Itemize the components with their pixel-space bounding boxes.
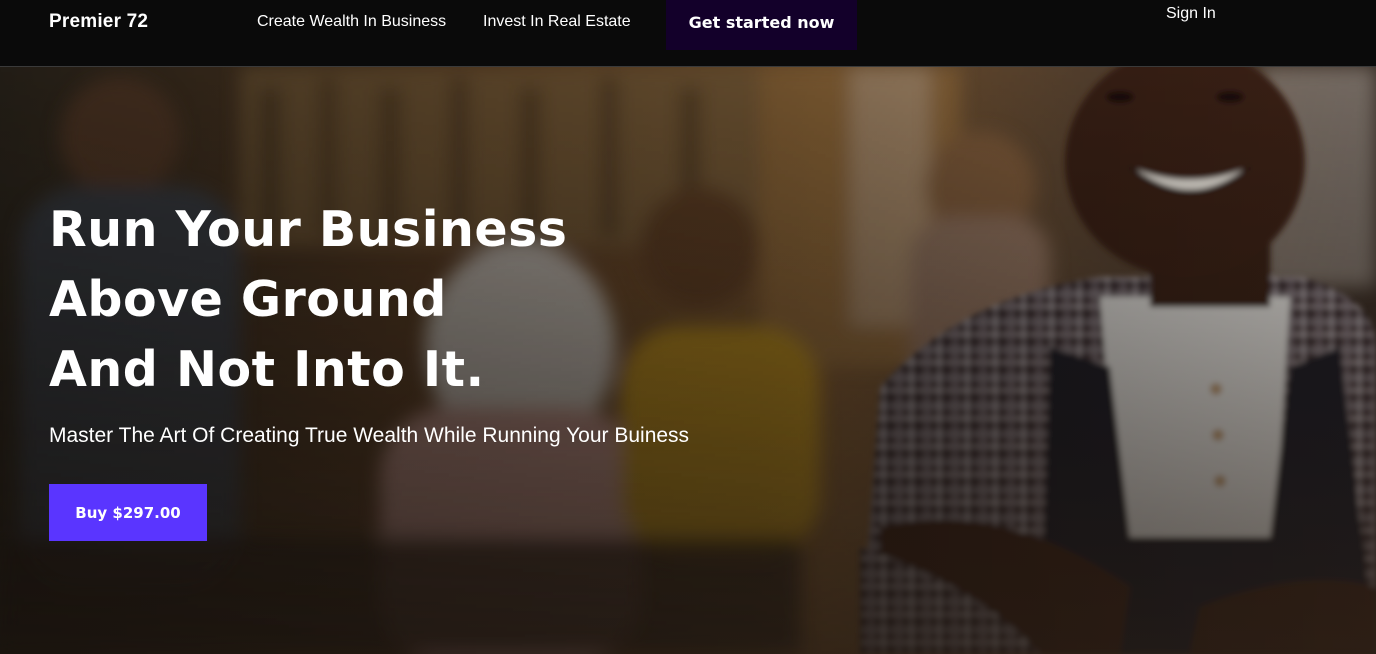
hero-subtitle: Master The Art Of Creating True Wealth W… [49, 424, 690, 447]
sign-in-link[interactable]: Sign In [1166, 5, 1216, 23]
brand-logo[interactable]: Premier 72 [49, 11, 148, 33]
hero-headline-line-1: Run Your Business [49, 201, 568, 258]
nav-link-invest-real-estate[interactable]: Invest In Real Estate [483, 13, 631, 31]
hero-headline-line-3: And Not Into It. [49, 341, 485, 398]
buy-button[interactable]: Buy $297.00 [49, 484, 207, 541]
landing-page: Premier 72 Create Wealth In Business Inv… [0, 0, 1376, 654]
get-started-button[interactable]: Get started now [666, 0, 857, 50]
top-navbar: Premier 72 Create Wealth In Business Inv… [0, 0, 1376, 67]
hero-headline: Run Your Business Above Ground And Not I… [49, 195, 567, 405]
nav-link-create-wealth[interactable]: Create Wealth In Business [257, 13, 446, 31]
hero-headline-line-2: Above Ground [49, 271, 447, 328]
hero-section: Run Your Business Above Ground And Not I… [0, 67, 1376, 654]
